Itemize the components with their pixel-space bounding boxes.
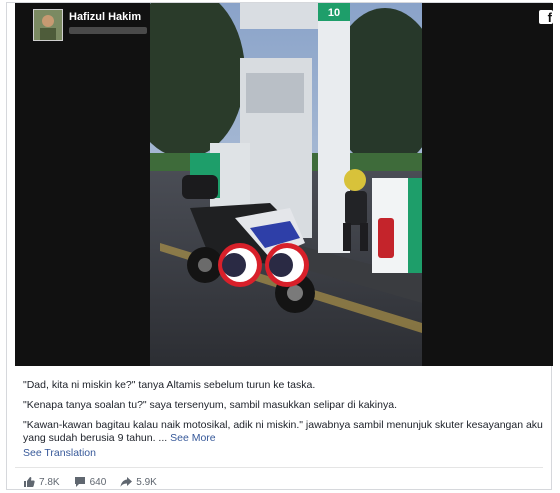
caption-line-3: "Kawan-kawan bagitau kalau naik motosika… (23, 419, 543, 445)
comment-icon (74, 477, 85, 487)
like-icon (24, 477, 35, 487)
see-translation-link[interactable]: See Translation (23, 447, 96, 459)
share-icon (120, 477, 133, 487)
see-more-link[interactable]: See More (170, 432, 216, 444)
shares-stat[interactable]: 5.9K (120, 476, 157, 488)
divider (15, 467, 543, 468)
post-media[interactable]: 10 Hafizul Hakim f (15, 3, 553, 366)
caption-line-2: "Kenapa tanya soalan tu?" saya tersenyum… (23, 399, 397, 411)
likes-stat[interactable]: 7.8K (23, 476, 60, 488)
author-avatar[interactable] (33, 9, 63, 41)
post-photo[interactable]: 10 (150, 3, 422, 366)
post-caption: "Dad, kita ni miskin ke?" tanya Altamis … (23, 379, 543, 452)
facebook-icon: f (539, 10, 553, 24)
likes-count: 7.8K (39, 476, 60, 488)
comments-stat[interactable]: 640 (74, 476, 107, 488)
facebook-post: 10 Hafizul Hakim f "Dad, kita ni miskin … (6, 2, 553, 490)
caption-line-1: "Dad, kita ni miskin ke?" tanya Altamis … (23, 379, 316, 391)
shares-count: 5.9K (136, 476, 157, 488)
comments-count: 640 (89, 476, 107, 488)
author-name[interactable]: Hafizul Hakim (69, 11, 141, 23)
post-timestamp-placeholder (69, 27, 147, 34)
post-header: Hafizul Hakim f (23, 3, 553, 51)
engagement-stats: 7.8K 640 5.9K (23, 476, 157, 488)
caption-line-3-text: "Kawan-kawan bagitau kalau naik motosika… (23, 419, 543, 444)
